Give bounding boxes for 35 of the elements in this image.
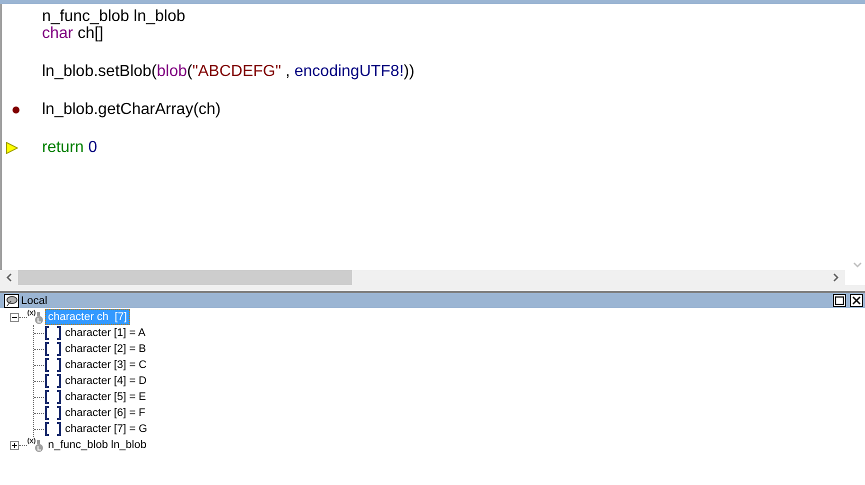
tree-item[interactable]: character [4] = D [62, 373, 150, 389]
code-line: return 0 [42, 138, 98, 156]
tree-item[interactable]: character [2] = B [62, 341, 150, 357]
tree-item[interactable]: character [1] = A [62, 325, 148, 341]
horizontal-scrollbar[interactable] [0, 270, 845, 285]
maximize-button[interactable] [833, 294, 846, 307]
collapse-toggle[interactable] [10, 312, 19, 322]
array-element-icon [44, 422, 62, 436]
tree-item[interactable]: character [5] = E [62, 389, 150, 405]
code-line: ln_blob.setBlob(blob("ABCDEFG" , encodingUTF8!)) [42, 62, 414, 80]
expand-toggle[interactable] [10, 440, 19, 450]
tree-item[interactable]: character [7] = G [62, 421, 150, 437]
array-element-icon [44, 326, 62, 340]
code-line: char ch[] [42, 24, 104, 42]
tree-item[interactable]: character [3] = C [62, 357, 150, 373]
locals-pane-icon [4, 294, 19, 308]
variable-icon [27, 437, 45, 453]
tree-item[interactable]: n_func_blob ln_blob [45, 437, 150, 453]
close-button[interactable] [850, 294, 863, 307]
variable-icon [27, 309, 45, 325]
array-element-icon [44, 374, 62, 388]
plus-icon [11, 442, 18, 448]
tree-item[interactable]: character [6] = F [62, 405, 148, 421]
code-line: ln_blob.getCharArray(ch) [42, 100, 221, 118]
array-element-icon [44, 358, 62, 372]
breakpoint-icon[interactable] [12, 106, 20, 114]
scroll-left-icon[interactable] [6, 273, 12, 282]
code-line: n_func_blob ln_blob [42, 8, 186, 26]
array-element-icon [44, 406, 62, 420]
code-editor[interactable]: n_func_blob ln_blob char ch[] ln_blob.setBlob(blob("ABCDEFG" , encodingUTF8!)) ln_blob.getCharArray(ch) return 0 [2, 4, 850, 270]
array-element-icon [44, 342, 62, 356]
pane-title: Local [21, 294, 48, 306]
array-element-icon [44, 390, 62, 404]
scroll-right-icon[interactable] [833, 273, 839, 282]
scrollbar-thumb[interactable] [18, 270, 352, 285]
